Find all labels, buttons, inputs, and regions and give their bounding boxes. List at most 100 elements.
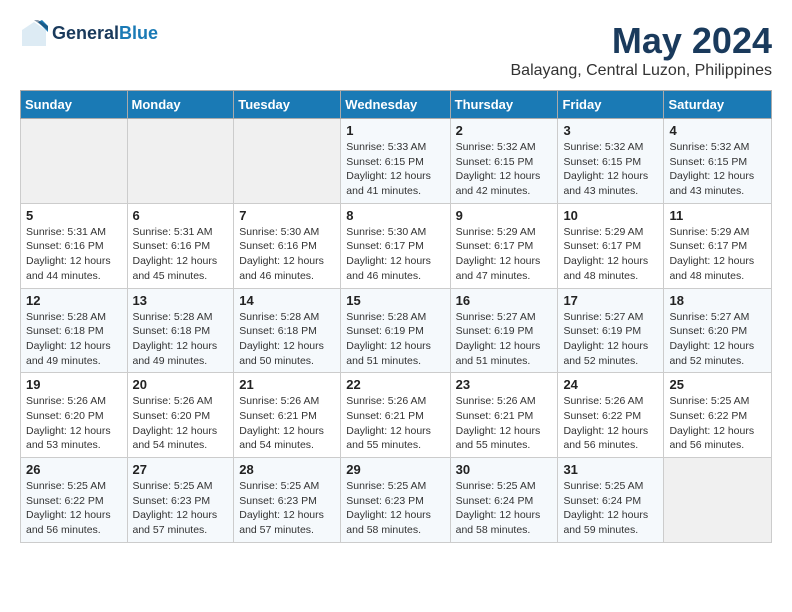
calendar-cell: 9Sunrise: 5:29 AM Sunset: 6:17 PM Daylig… [450,203,558,288]
calendar-cell: 29 Sunrise: 5:25 AM Sunset: 6:23 PM Dayli… [341,458,450,543]
day-number: 15 [346,293,444,308]
day-info: Sunrise: 5:31 AM Sunset: 6:16 PM Dayligh… [133,225,229,284]
calendar-table: SundayMondayTuesdayWednesdayThursdayFrid… [20,90,772,543]
day-info: Sunrise: 5:28 AM Sunset: 6:18 PM Dayligh… [26,310,122,369]
day-info: Sunrise: 5:33 AM Sunset: 6:15 PM Dayligh… [346,140,444,199]
day-info: Sunrise: 5:25 AM Sunset: 6:23 PM Dayligh… [133,479,229,538]
week-row-4: 19 Sunrise: 5:26 AM Sunset: 6:20 PM Dayli… [21,373,772,458]
day-info: Sunrise: 5:26 AM Sunset: 6:20 PM Dayligh… [133,394,229,453]
day-info: Sunrise: 5:25 AM Sunset: 6:22 PM Dayligh… [26,479,122,538]
day-info: Sunrise: 5:26 AM Sunset: 6:22 PM Dayligh… [563,394,658,453]
calendar-cell [21,119,128,204]
weekday-header-sunday: Sunday [21,91,128,119]
calendar-cell: 16 Sunrise: 5:27 AM Sunset: 6:19 PM Dayli… [450,288,558,373]
day-info: Sunrise: 5:25 AM Sunset: 6:24 PM Dayligh… [563,479,658,538]
calendar-cell: 8 Sunrise: 5:30 AM Sunset: 6:17 PM Daylig… [341,203,450,288]
calendar-cell: 23 Sunrise: 5:26 AM Sunset: 6:21 PM Dayli… [450,373,558,458]
day-number: 2 [456,123,553,138]
day-info: Sunrise: 5:26 AM Sunset: 6:20 PM Dayligh… [26,394,122,453]
calendar-cell: 12 Sunrise: 5:28 AM Sunset: 6:18 PM Dayli… [21,288,128,373]
calendar-cell: 10 Sunrise: 5:29 AM Sunset: 6:17 PM Dayli… [558,203,664,288]
day-number: 21 [239,377,335,392]
day-number: 22 [346,377,444,392]
page-header: GeneralBlue May 2024 Balayang, Central L… [20,20,772,80]
week-row-1: 1 Sunrise: 5:33 AM Sunset: 6:15 PM Daylig… [21,119,772,204]
day-number: 25 [669,377,766,392]
day-info: Sunrise: 5:31 AM Sunset: 6:16 PM Dayligh… [26,225,122,284]
logo: GeneralBlue [20,20,158,48]
weekday-header-thursday: Thursday [450,91,558,119]
calendar-cell: 31 Sunrise: 5:25 AM Sunset: 6:24 PM Dayli… [558,458,664,543]
calendar-cell: 24Sunrise: 5:26 AM Sunset: 6:22 PM Dayli… [558,373,664,458]
day-number: 7 [239,208,335,223]
day-number: 20 [133,377,229,392]
week-row-2: 5 Sunrise: 5:31 AM Sunset: 6:16 PM Daylig… [21,203,772,288]
day-number: 26 [26,462,122,477]
day-number: 3 [563,123,658,138]
day-info: Sunrise: 5:28 AM Sunset: 6:18 PM Dayligh… [133,310,229,369]
day-info: Sunrise: 5:32 AM Sunset: 6:15 PM Dayligh… [669,140,766,199]
day-number: 30 [456,462,553,477]
calendar-cell: 2 Sunrise: 5:32 AM Sunset: 6:15 PM Daylig… [450,119,558,204]
day-number: 14 [239,293,335,308]
calendar-cell: 30 Sunrise: 5:25 AM Sunset: 6:24 PM Dayli… [450,458,558,543]
weekday-header-saturday: Saturday [664,91,772,119]
calendar-cell: 19 Sunrise: 5:26 AM Sunset: 6:20 PM Dayli… [21,373,128,458]
day-info: Sunrise: 5:32 AM Sunset: 6:15 PM Dayligh… [563,140,658,199]
calendar-cell: 26 Sunrise: 5:25 AM Sunset: 6:22 PM Dayli… [21,458,128,543]
calendar-cell: 5 Sunrise: 5:31 AM Sunset: 6:16 PM Daylig… [21,203,128,288]
day-number: 8 [346,208,444,223]
week-row-5: 26 Sunrise: 5:25 AM Sunset: 6:22 PM Dayli… [21,458,772,543]
day-info: Sunrise: 5:26 AM Sunset: 6:21 PM Dayligh… [239,394,335,453]
day-info: Sunrise: 5:29 AM Sunset: 6:17 PM Dayligh… [563,225,658,284]
calendar-cell: 20 Sunrise: 5:26 AM Sunset: 6:20 PM Dayli… [127,373,234,458]
weekday-header-monday: Monday [127,91,234,119]
day-number: 16 [456,293,553,308]
day-info: Sunrise: 5:26 AM Sunset: 6:21 PM Dayligh… [456,394,553,453]
calendar-cell: 21 Sunrise: 5:26 AM Sunset: 6:21 PM Dayli… [234,373,341,458]
weekday-header-friday: Friday [558,91,664,119]
weekday-header-tuesday: Tuesday [234,91,341,119]
weekday-header-wednesday: Wednesday [341,91,450,119]
calendar-cell: 7 Sunrise: 5:30 AM Sunset: 6:16 PM Daylig… [234,203,341,288]
day-info: Sunrise: 5:25 AM Sunset: 6:23 PM Dayligh… [239,479,335,538]
day-info: Sunrise: 5:27 AM Sunset: 6:20 PM Dayligh… [669,310,766,369]
day-number: 29 [346,462,444,477]
logo-icon [20,20,48,48]
day-number: 28 [239,462,335,477]
day-info: Sunrise: 5:25 AM Sunset: 6:23 PM Dayligh… [346,479,444,538]
day-info: Sunrise: 5:25 AM Sunset: 6:24 PM Dayligh… [456,479,553,538]
day-number: 18 [669,293,766,308]
day-number: 27 [133,462,229,477]
day-number: 31 [563,462,658,477]
calendar-cell: 27 Sunrise: 5:25 AM Sunset: 6:23 PM Dayli… [127,458,234,543]
day-info: Sunrise: 5:30 AM Sunset: 6:16 PM Dayligh… [239,225,335,284]
day-info: Sunrise: 5:25 AM Sunset: 6:22 PM Dayligh… [669,394,766,453]
day-number: 17 [563,293,658,308]
logo-text: GeneralBlue [52,23,158,45]
day-number: 23 [456,377,553,392]
day-info: Sunrise: 5:28 AM Sunset: 6:19 PM Dayligh… [346,310,444,369]
day-number: 10 [563,208,658,223]
calendar-cell: 4Sunrise: 5:32 AM Sunset: 6:15 PM Daylig… [664,119,772,204]
week-row-3: 12 Sunrise: 5:28 AM Sunset: 6:18 PM Dayli… [21,288,772,373]
day-info: Sunrise: 5:27 AM Sunset: 6:19 PM Dayligh… [456,310,553,369]
day-number: 1 [346,123,444,138]
month-title: May 2024 [511,20,773,62]
day-number: 12 [26,293,122,308]
day-number: 6 [133,208,229,223]
day-number: 19 [26,377,122,392]
day-info: Sunrise: 5:28 AM Sunset: 6:18 PM Dayligh… [239,310,335,369]
day-info: Sunrise: 5:29 AM Sunset: 6:17 PM Dayligh… [669,225,766,284]
day-info: Sunrise: 5:30 AM Sunset: 6:17 PM Dayligh… [346,225,444,284]
day-number: 5 [26,208,122,223]
calendar-cell: 17Sunrise: 5:27 AM Sunset: 6:19 PM Dayli… [558,288,664,373]
location-title: Balayang, Central Luzon, Philippines [511,62,773,80]
calendar-cell: 14 Sunrise: 5:28 AM Sunset: 6:18 PM Dayli… [234,288,341,373]
day-info: Sunrise: 5:29 AM Sunset: 6:17 PM Dayligh… [456,225,553,284]
day-number: 11 [669,208,766,223]
day-info: Sunrise: 5:32 AM Sunset: 6:15 PM Dayligh… [456,140,553,199]
title-block: May 2024 Balayang, Central Luzon, Philip… [511,20,773,80]
calendar-cell: 22Sunrise: 5:26 AM Sunset: 6:21 PM Dayli… [341,373,450,458]
calendar-cell [664,458,772,543]
